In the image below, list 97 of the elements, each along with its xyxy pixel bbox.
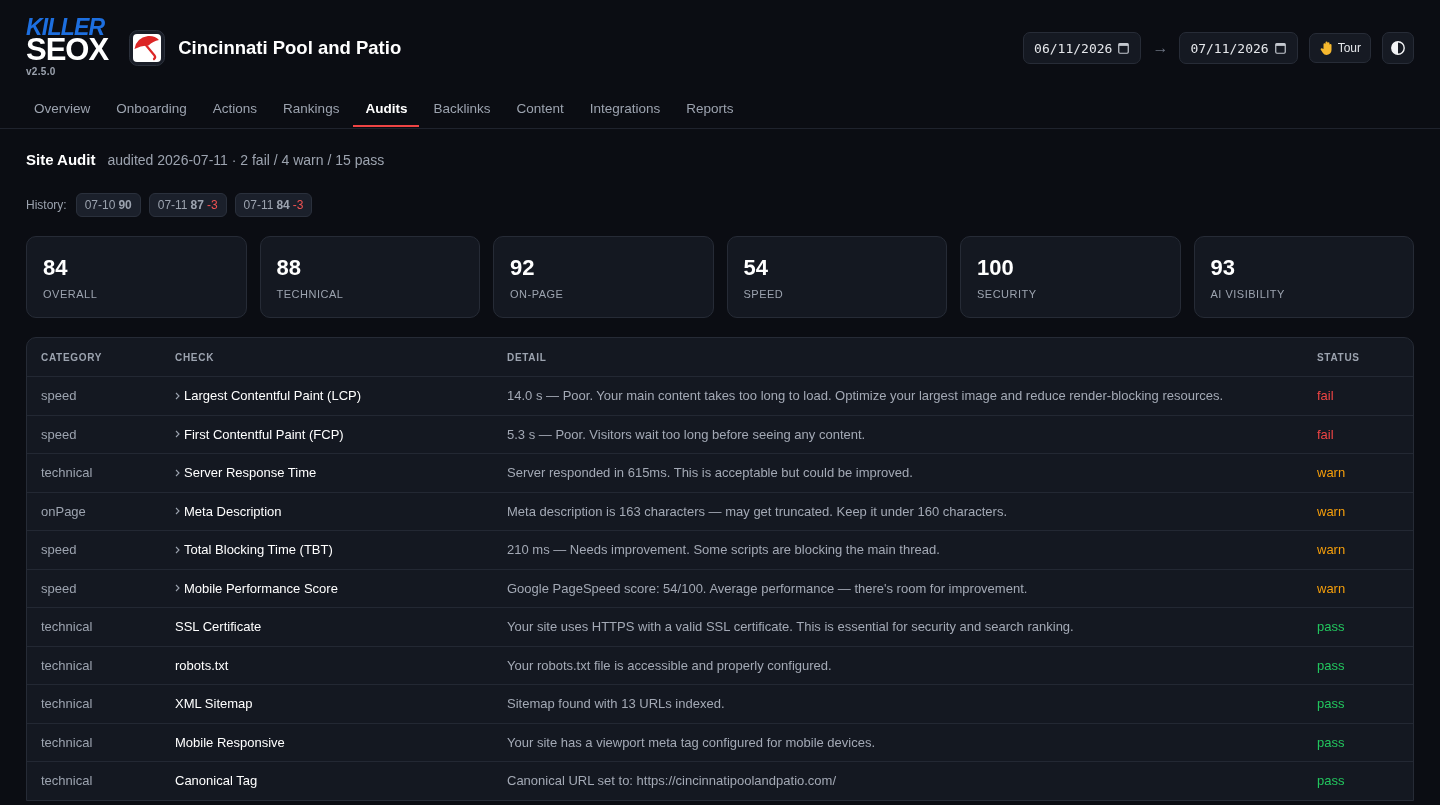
detail-cell-text: 210 ms — Needs improvement. Some scripts are blocking the main thread. (507, 542, 941, 558)
calendar-icon (1274, 42, 1286, 54)
umbrella-logo-icon (129, 30, 166, 66)
status-text: pass (1317, 734, 1346, 750)
audit-summary: audited 2026-07-11 · 2 fail / 4 warn / 15 pass (107, 152, 385, 168)
history-score: 84 (276, 198, 290, 212)
status-text: warn (1317, 542, 1347, 558)
nav-tab[interactable]: Onboarding (104, 92, 199, 127)
column-header: CHECK (175, 351, 216, 363)
nav-tab[interactable]: Backlinks (421, 92, 503, 127)
score-value: 92 (510, 255, 536, 281)
score-value: 84 (43, 255, 69, 281)
score-value: 54 (743, 255, 769, 281)
status-text: pass (1317, 773, 1346, 789)
history-chip[interactable]: 07-11 87 -3 (148, 193, 227, 217)
check-name[interactable]: Total Blocking Time (TBT) (184, 542, 333, 558)
status-text: warn (1317, 465, 1347, 481)
history-chip[interactable]: 07-11 84 -3 (234, 193, 313, 217)
status-text: fail (1317, 388, 1335, 404)
history-score: 87 (190, 198, 204, 212)
status-text: pass (1317, 619, 1346, 635)
history-score: 90 (118, 198, 132, 212)
section-title: Site Audit (26, 151, 96, 168)
history-chip[interactable]: 07-10 90 (75, 193, 141, 217)
score-label: SPEED (743, 288, 785, 300)
category-cell-text: technical (41, 465, 94, 481)
tour-button[interactable]: Tour (1308, 33, 1371, 63)
history-delta: -3 (206, 198, 218, 212)
nav-tab[interactable]: Audits (353, 92, 420, 127)
detail-cell-text: Your site uses HTTPS with a valid SSL certificate. This is essential for security and search ranking. (507, 619, 1075, 635)
column-header: CATEGORY (41, 351, 104, 363)
check-name: SSL Certificate (175, 619, 262, 635)
column-header: DETAIL (507, 351, 548, 363)
detail-cell-text: Canonical URL set to: https://cincinnatipoolandpatio.com/ (507, 773, 838, 789)
site-name: Cincinnati Pool and Patio (178, 37, 402, 59)
detail-cell-text: 14.0 s — Poor. Your main content takes too long to load. Optimize your largest image and reduce render-blocking resources. (507, 388, 1225, 404)
end-date-field[interactable]: 07/11/2026 (1179, 32, 1298, 64)
detail-cell-text: Google PageSpeed score: 54/100. Average performance — there's room for improvement. (507, 580, 1029, 596)
category-cell-text: technical (41, 734, 94, 750)
logo-wordmark-bottom: SEOX (26, 37, 109, 63)
detail-cell-text: 5.3 s — Poor. Visitors wait too long before seeing any content. (507, 426, 867, 442)
version-label: v2.5.0 (26, 66, 56, 77)
category-cell-text: onPage (41, 503, 87, 519)
history-date: 07-10 (84, 198, 116, 212)
check-name: XML Sitemap (175, 696, 253, 712)
contrast-icon (1391, 41, 1405, 55)
nav-tab[interactable]: Overview (22, 92, 103, 127)
check-name: Mobile Responsive (175, 734, 285, 750)
logo-wordmark-top: KILLER (26, 17, 105, 37)
category-cell-text: speed (41, 580, 78, 596)
nav-tab[interactable]: Integrations (577, 92, 673, 127)
category-cell-text: speed (41, 426, 78, 442)
check-name[interactable]: Server Response Time (184, 465, 317, 481)
score-label: TECHNICAL (276, 288, 345, 300)
detail-cell-text: Server responded in 615ms. This is acceptable but could be improved. (507, 465, 914, 481)
range-arrow: → (1152, 39, 1169, 57)
waving-hand-icon (1319, 40, 1335, 56)
category-cell-text: technical (41, 657, 94, 673)
score-label: ON-PAGE (510, 288, 565, 300)
category-cell-text: speed (41, 542, 78, 558)
score-value: 88 (276, 255, 302, 281)
score-value: 93 (1210, 255, 1236, 281)
check-name[interactable]: First Contentful Paint (FCP) (184, 426, 344, 442)
check-name: Canonical Tag (175, 773, 258, 789)
category-cell-text: technical (41, 696, 94, 712)
category-cell-text: speed (41, 388, 78, 404)
score-value: 100 (977, 255, 1015, 281)
theme-toggle-button[interactable] (1382, 32, 1414, 64)
nav-tab[interactable]: Rankings (271, 92, 352, 127)
history-date: 07-11 (243, 198, 274, 212)
score-label: OVERALL (43, 288, 99, 300)
status-text: warn (1317, 503, 1347, 519)
detail-cell-text: Your site has a viewport meta tag configured for mobile devices. (507, 734, 877, 750)
detail-cell-text: Meta description is 163 characters — may get truncated. Keep it under 160 characters. (507, 503, 1009, 519)
status-text: pass (1317, 657, 1346, 673)
nav-tab[interactable]: Actions (200, 92, 270, 127)
check-name[interactable]: Mobile Performance Score (184, 580, 338, 596)
calendar-icon (1118, 42, 1130, 54)
nav-tab[interactable]: Reports (674, 92, 746, 127)
status-text: fail (1317, 426, 1335, 442)
status-text: warn (1317, 580, 1347, 596)
category-cell-text: technical (41, 773, 94, 789)
history-date: 07-11 (157, 198, 188, 212)
category-cell-text: technical (41, 619, 94, 635)
detail-cell-text: Sitemap found with 13 URLs indexed. (507, 696, 726, 712)
score-label: AI VISIBILITY (1210, 288, 1286, 300)
column-header: STATUS (1317, 351, 1361, 363)
check-name: robots.txt (175, 657, 229, 673)
check-name[interactable]: Meta Description (184, 503, 282, 519)
history-label: History: (26, 198, 67, 212)
status-text: pass (1317, 696, 1346, 712)
history-delta: -3 (292, 198, 304, 212)
nav-tab[interactable]: Content (504, 92, 576, 127)
score-label: SECURITY (977, 288, 1038, 300)
check-name[interactable]: Largest Contentful Paint (LCP) (184, 388, 362, 404)
start-date-field[interactable]: 06/11/2026 (1023, 32, 1142, 64)
detail-cell-text: Your robots.txt file is accessible and properly configured. (507, 657, 833, 673)
